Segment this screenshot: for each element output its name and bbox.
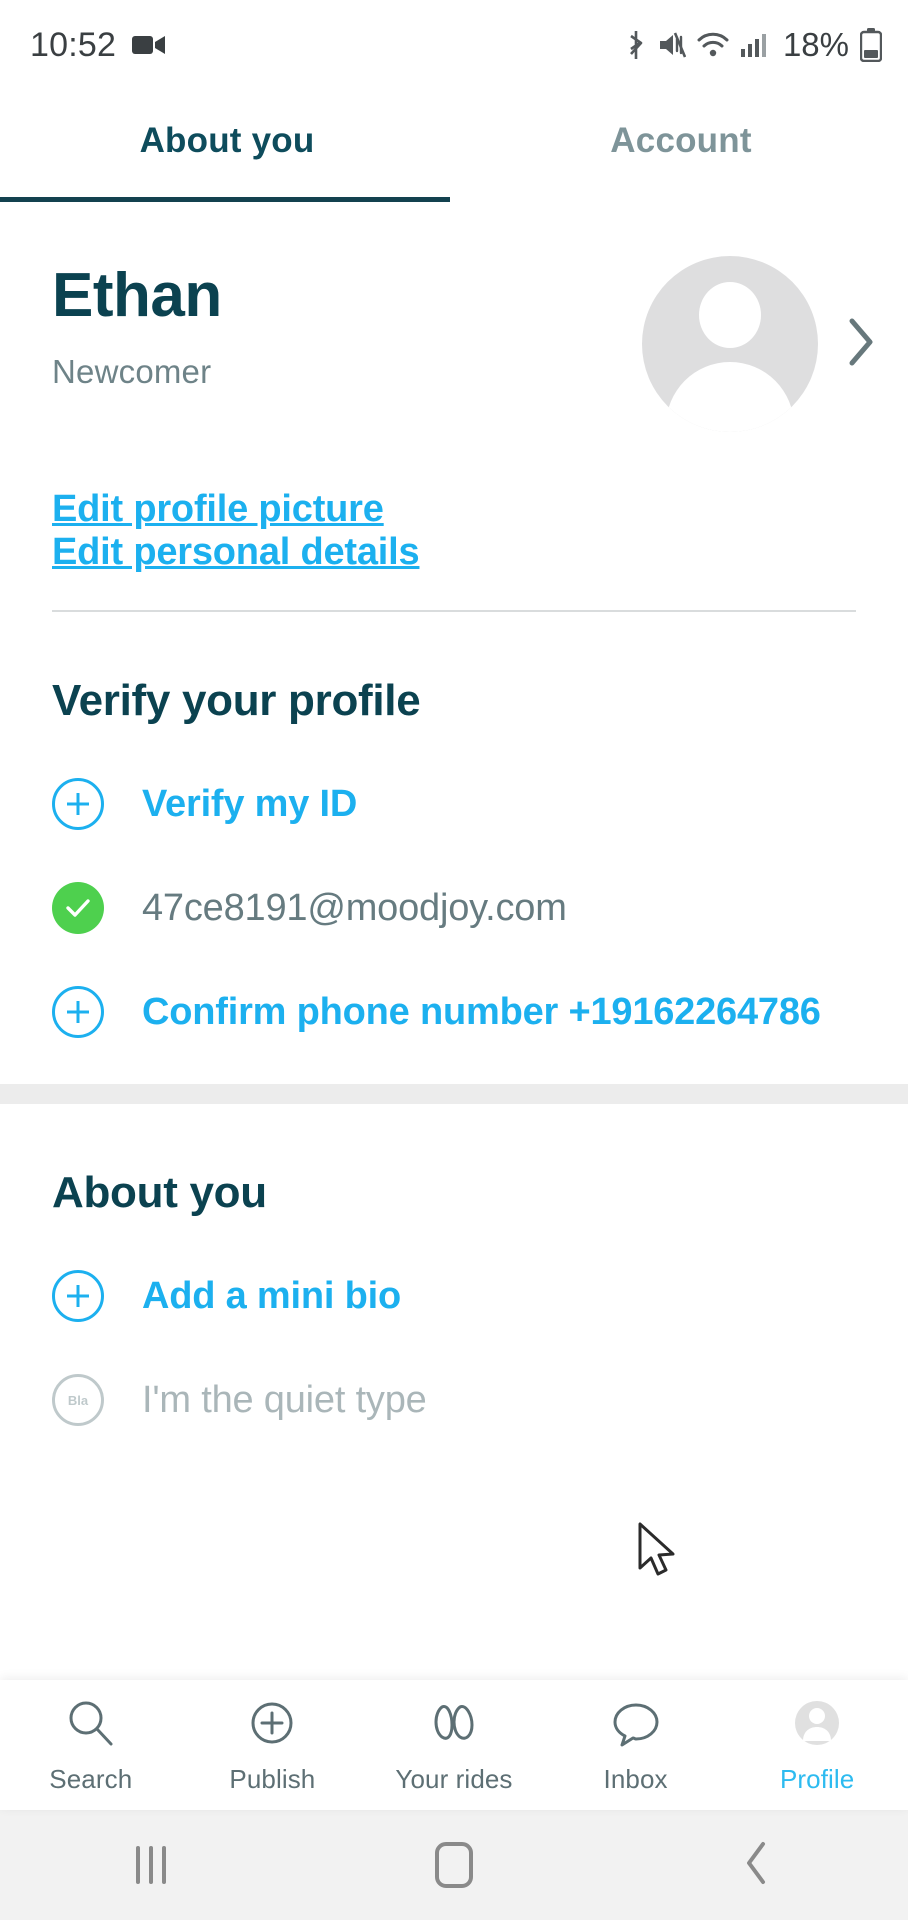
plus-circle-icon xyxy=(52,986,114,1038)
nav-item-publish[interactable]: Publish xyxy=(182,1697,364,1795)
plus-circle-icon xyxy=(52,778,114,830)
mouse-cursor xyxy=(636,1522,680,1584)
nav-label-inbox: Inbox xyxy=(603,1763,668,1794)
add-mini-bio-row[interactable]: Add a mini bio xyxy=(0,1270,908,1322)
nav-item-search[interactable]: Search xyxy=(0,1697,182,1795)
recents-button[interactable] xyxy=(0,1846,303,1884)
rides-icon xyxy=(426,1697,482,1754)
avatar-head-shape xyxy=(699,282,761,348)
plus-circle-icon xyxy=(52,1270,114,1322)
nav-item-inbox[interactable]: Inbox xyxy=(545,1697,727,1795)
bluetooth-icon xyxy=(625,29,647,61)
bottom-navigation: Search Publish Your rides Inbox Profile xyxy=(0,1680,908,1810)
bio-circle-icon: Bla xyxy=(52,1374,114,1426)
status-bar-right: 18% xyxy=(625,26,882,64)
chat-bubble-icon xyxy=(609,1697,663,1754)
battery-icon xyxy=(860,28,882,62)
status-bar-left: 10:52 xyxy=(30,26,166,65)
nav-item-profile[interactable]: Profile xyxy=(726,1697,908,1795)
back-button[interactable] xyxy=(605,1840,908,1891)
avatar-area[interactable] xyxy=(642,250,878,432)
verified-email-row: 47ce8191@moodjoy.com xyxy=(0,882,908,934)
profile-identity: Ethan Newcomer xyxy=(52,250,222,391)
chevron-right-icon[interactable] xyxy=(844,315,878,374)
phone-screen: 10:52 18% About you Account Ethan Newcom… xyxy=(0,0,908,1920)
status-bar: 10:52 18% xyxy=(0,0,908,90)
quiet-type-label: I'm the quiet type xyxy=(142,1378,427,1421)
quiet-type-row[interactable]: Bla I'm the quiet type xyxy=(0,1374,908,1426)
plus-circle-icon xyxy=(246,1697,298,1754)
nav-label-profile: Profile xyxy=(779,1763,855,1794)
wifi-icon xyxy=(697,31,729,59)
search-icon xyxy=(65,1697,117,1754)
edit-links: Edit profile picture Edit personal detai… xyxy=(0,432,908,574)
nav-label-search: Search xyxy=(49,1763,133,1794)
mute-icon xyxy=(658,30,686,60)
scroll-separator-band xyxy=(0,1084,908,1104)
nav-label-your-rides: Your rides xyxy=(395,1763,513,1794)
profile-tabs: About you Account xyxy=(0,90,908,202)
verify-id-label: Verify my ID xyxy=(142,782,358,825)
cellular-signal-icon xyxy=(740,32,768,58)
avatar[interactable] xyxy=(642,256,818,432)
tab-account[interactable]: Account xyxy=(454,90,908,202)
recents-icon xyxy=(136,1846,167,1884)
verify-id-row[interactable]: Verify my ID xyxy=(0,778,908,830)
profile-header-row[interactable]: Ethan Newcomer xyxy=(0,202,908,432)
edit-profile-picture-link[interactable]: Edit profile picture xyxy=(52,488,384,531)
battery-percent: 18% xyxy=(782,26,849,63)
status-time: 10:52 xyxy=(30,25,117,64)
about-section-title: About you xyxy=(52,1168,267,1217)
android-navigation-bar xyxy=(0,1810,908,1920)
profile-status: Newcomer xyxy=(52,353,212,391)
home-icon xyxy=(435,1842,473,1888)
edit-personal-details-link[interactable]: Edit personal details xyxy=(52,531,420,574)
add-mini-bio-label: Add a mini bio xyxy=(142,1274,401,1317)
nav-label-publish: Publish xyxy=(229,1763,316,1794)
back-icon xyxy=(743,1840,771,1891)
verify-section-title: Verify your profile xyxy=(52,676,421,725)
verified-email-label: 47ce8191@moodjoy.com xyxy=(142,886,567,929)
person-icon xyxy=(791,1697,843,1754)
confirm-phone-label: Confirm phone number +19162264786 xyxy=(142,990,821,1033)
confirm-phone-row[interactable]: Confirm phone number +19162264786 xyxy=(0,986,908,1038)
tab-about-you[interactable]: About you xyxy=(0,90,454,202)
profile-content: Ethan Newcomer Edit profile picture Edit… xyxy=(0,202,908,1680)
check-circle-icon xyxy=(52,882,114,934)
nav-item-your-rides[interactable]: Your rides xyxy=(363,1697,545,1795)
avatar-body-shape xyxy=(666,362,794,432)
bio-circle-text: Bla xyxy=(52,1374,104,1426)
profile-name: Ethan xyxy=(52,261,222,330)
video-camera-icon xyxy=(132,33,166,57)
home-button[interactable] xyxy=(303,1842,606,1888)
